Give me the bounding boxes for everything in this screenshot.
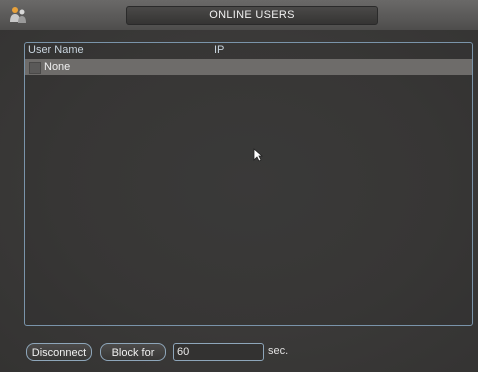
row-checkbox[interactable] xyxy=(29,62,41,74)
list-item[interactable]: None xyxy=(25,59,472,75)
column-header-ip[interactable]: IP xyxy=(214,43,224,57)
window-title: ONLINE USERS xyxy=(126,6,378,25)
row-user-name: None xyxy=(44,61,71,73)
block-for-button[interactable]: Block for xyxy=(100,343,166,361)
list-header: User Name IP xyxy=(25,43,472,57)
online-users-list[interactable]: User Name IP None xyxy=(24,42,473,326)
column-header-user-name[interactable]: User Name xyxy=(28,43,84,57)
mouse-pointer-icon xyxy=(253,148,264,167)
block-seconds-input[interactable]: 60 xyxy=(173,343,264,361)
disconnect-button[interactable]: Disconnect xyxy=(26,343,92,361)
title-bar: ONLINE USERS xyxy=(0,0,478,31)
seconds-unit-label: sec. xyxy=(268,345,289,357)
users-icon xyxy=(8,5,28,25)
